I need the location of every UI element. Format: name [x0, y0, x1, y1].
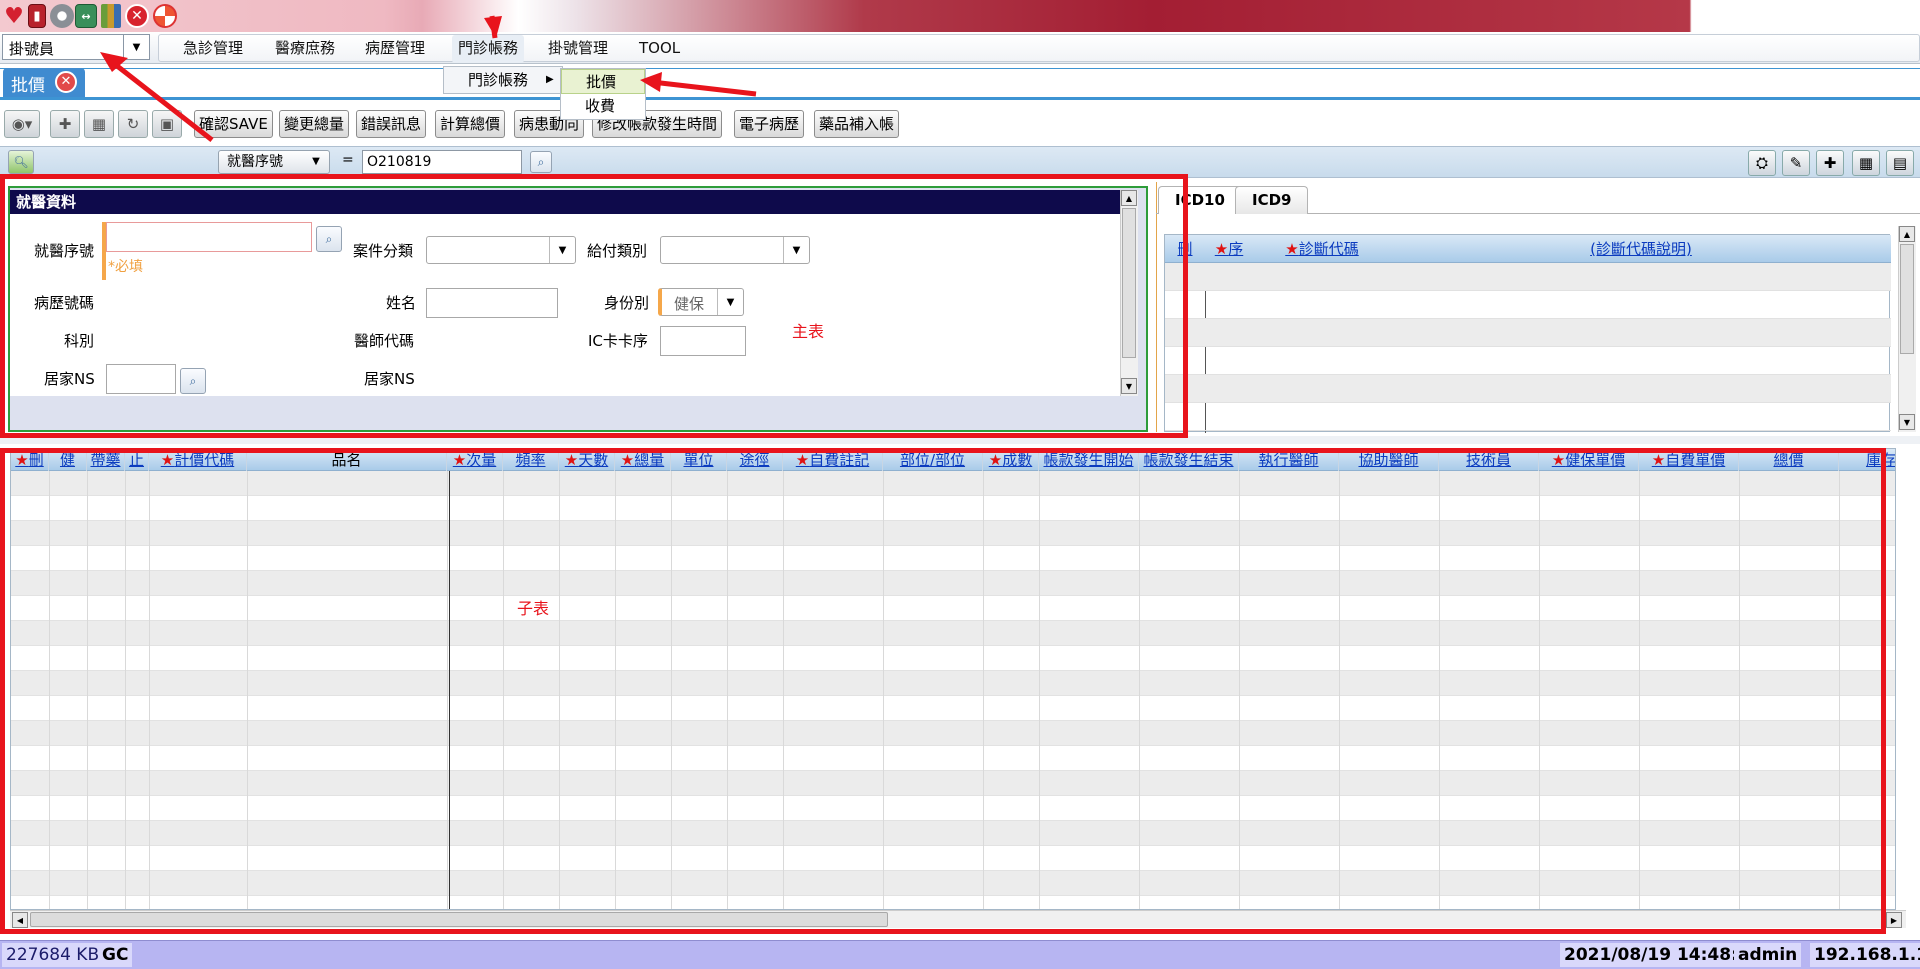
annotation-arrows [100, 15, 757, 142]
arrow-head-icon [640, 72, 662, 92]
arrow-role-select [110, 60, 214, 142]
arrow-pricing-item [651, 79, 757, 97]
